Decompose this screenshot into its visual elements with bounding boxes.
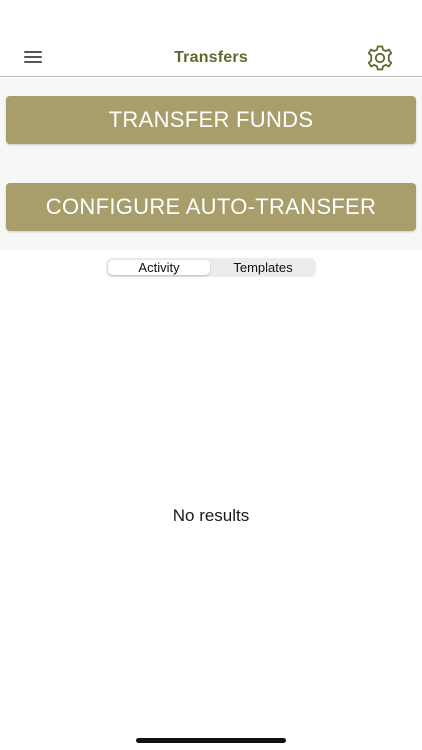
navigation-bar: Transfers [0, 38, 422, 77]
gear-icon[interactable] [364, 44, 396, 72]
home-indicator [136, 738, 286, 743]
actions-panel: TRANSFER FUNDS CONFIGURE AUTO-TRANSFER [0, 78, 422, 250]
activity-templates-segmented-control: Activity Templates [106, 258, 316, 277]
tab-templates[interactable]: Templates [212, 260, 314, 275]
configure-auto-transfer-button[interactable]: CONFIGURE AUTO-TRANSFER [6, 183, 416, 231]
transfer-funds-button[interactable]: TRANSFER FUNDS [6, 96, 416, 144]
tab-activity[interactable]: Activity [108, 260, 210, 275]
page-title: Transfers [174, 49, 248, 66]
empty-state-message: No results [172, 506, 250, 525]
transfers-screen: Transfers TRANSFER FUNDS CONFIGURE AUTO-… [0, 0, 422, 750]
